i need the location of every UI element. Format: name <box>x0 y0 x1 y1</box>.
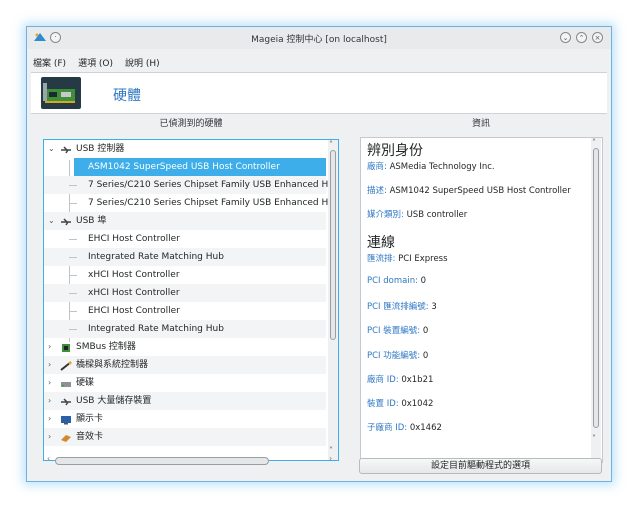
harddisk-icon <box>60 378 72 388</box>
connection-heading: 連線 <box>367 235 395 251</box>
chevron-up-icon[interactable]: ˄ <box>592 138 596 147</box>
menu-file[interactable]: 檔案 (F) <box>31 55 68 70</box>
usb-icon <box>60 216 72 226</box>
tree-node-smbus[interactable]: › SMBus 控制器 <box>44 338 326 356</box>
tree-item-asm1042[interactable]: ASM1042 SuperSpeed USB Host Controller <box>74 158 326 176</box>
tree-item-irmh-2[interactable]: Integrated Rate Matching Hub <box>44 320 326 338</box>
tree-item-c210-a[interactable]: 7 Series/C210 Series Chipset Family USB … <box>44 176 338 194</box>
vendor-id-line: 廠商 ID: 0x1b21 <box>367 375 434 385</box>
tree-node-usb-storage[interactable]: › USB 大量儲存裝置 <box>44 392 326 410</box>
tree-item-ehci-1[interactable]: EHCI Host Controller <box>44 230 326 248</box>
menu-bar: 檔案 (F) 選項 (O) 說明 (H) <box>31 55 162 70</box>
chevron-right-icon[interactable]: › <box>48 410 51 428</box>
tree-item-c210-b[interactable]: 7 Series/C210 Series Chipset Family USB … <box>44 194 338 212</box>
chevron-right-icon[interactable]: › <box>48 374 51 392</box>
chevron-down-icon[interactable]: ⌄ <box>48 140 55 158</box>
tree-hscroll-thumb[interactable] <box>55 457 269 465</box>
close-button[interactable]: × <box>592 32 603 43</box>
tree-item-xhci-2[interactable]: xHCI Host Controller <box>44 284 326 302</box>
app-window: · Mageia 控制中心 [on localhost] ⌄ ⌃ × 檔案 (F… <box>26 26 612 482</box>
description-line: 描述: ASM1042 SuperSpeed USB Host Controll… <box>367 186 571 196</box>
minimize-button[interactable]: ⌄ <box>560 32 571 43</box>
chevron-up-icon[interactable]: ˄ <box>329 140 333 149</box>
title-bar[interactable]: · Mageia 控制中心 [on localhost] ⌄ ⌃ × <box>27 27 611 49</box>
page-title: 硬體 <box>113 88 141 104</box>
info-vertical-scrollbar[interactable]: ˄ ˅ <box>591 138 601 462</box>
menu-options[interactable]: 選項 (O) <box>76 55 115 70</box>
tree-node-usb-controllers[interactable]: ⌄ USB 控制器 <box>44 140 326 158</box>
tree-horizontal-scrollbar[interactable]: ‹ › <box>47 454 337 465</box>
chip-icon <box>60 342 72 352</box>
configure-driver-options-button[interactable]: 設定目前驅動程式的選項 <box>359 458 602 474</box>
header-banner: 硬體 <box>31 72 607 114</box>
tree-scroll-thumb[interactable] <box>330 150 336 340</box>
tree-vertical-scrollbar[interactable]: ˄ ˅ <box>328 140 338 460</box>
usb-icon <box>60 396 72 406</box>
tree-item-xhci-1[interactable]: xHCI Host Controller <box>44 266 326 284</box>
media-class-line: 媒介類別: USB controller <box>367 210 468 220</box>
chevron-right-icon[interactable]: › <box>48 338 51 356</box>
info-header: 資訊 <box>471 119 490 129</box>
info-scroll-thumb[interactable] <box>593 148 599 428</box>
monitor-icon <box>60 414 72 425</box>
chevron-down-icon[interactable]: ˅ <box>592 434 596 443</box>
pci-bus-number-line: PCI 匯流排編號: 3 <box>367 302 437 312</box>
chevron-right-icon[interactable]: › <box>48 356 51 374</box>
identity-heading: 辨別身份 <box>367 143 423 159</box>
tree-item-irmh-1[interactable]: Integrated Rate Matching Hub <box>44 248 326 266</box>
chevron-down-icon[interactable]: ⌄ <box>48 212 55 230</box>
sound-card-icon <box>60 432 72 442</box>
tree-item-ehci-2[interactable]: EHCI Host Controller <box>44 302 326 320</box>
chevron-left-icon[interactable]: ‹ <box>47 454 50 463</box>
chevron-right-icon[interactable]: › <box>329 454 332 463</box>
menu-help[interactable]: 說明 (H) <box>123 55 162 70</box>
hardware-card-icon <box>41 77 81 109</box>
pci-function-number-line: PCI 功能編號: 0 <box>367 351 429 361</box>
pci-device-number-line: PCI 裝置編號: 0 <box>367 326 429 336</box>
tree-node-usb-ports[interactable]: ⌄ USB 埠 <box>44 212 326 230</box>
info-panel: 辨別身份 廠商: ASMedia Technology Inc. 描述: ASM… <box>360 137 603 463</box>
vendor-line: 廠商: ASMedia Technology Inc. <box>367 162 495 172</box>
usb-icon <box>60 144 72 154</box>
tree-node-harddisk[interactable]: › 硬碟 <box>44 374 326 392</box>
tree-node-sound[interactable]: › 音效卡 <box>44 428 326 446</box>
subvendor-id-line: 子廠商 ID: 0x1462 <box>367 423 442 433</box>
pci-domain-line: PCI domain: 0 <box>367 276 427 286</box>
maximize-button[interactable]: ⌃ <box>576 32 587 43</box>
chevron-right-icon[interactable]: › <box>48 392 51 410</box>
device-id-line: 裝置 ID: 0x1042 <box>367 399 434 409</box>
hardware-tree[interactable]: ⌄ USB 控制器 ASM1042 SuperSpeed USB Host Co… <box>43 139 339 461</box>
detected-hardware-header: 已偵測到的硬體 <box>159 119 223 129</box>
chevron-right-icon[interactable]: › <box>48 428 51 446</box>
window-title: Mageia 控制中心 [on localhost] <box>251 35 387 45</box>
tree-node-display[interactable]: › 顯示卡 <box>44 410 326 428</box>
bridge-icon <box>60 360 72 371</box>
tree-node-bridges[interactable]: › 橋樑與系統控制器 <box>44 356 326 374</box>
bus-line: 匯流排: PCI Express <box>367 254 448 264</box>
